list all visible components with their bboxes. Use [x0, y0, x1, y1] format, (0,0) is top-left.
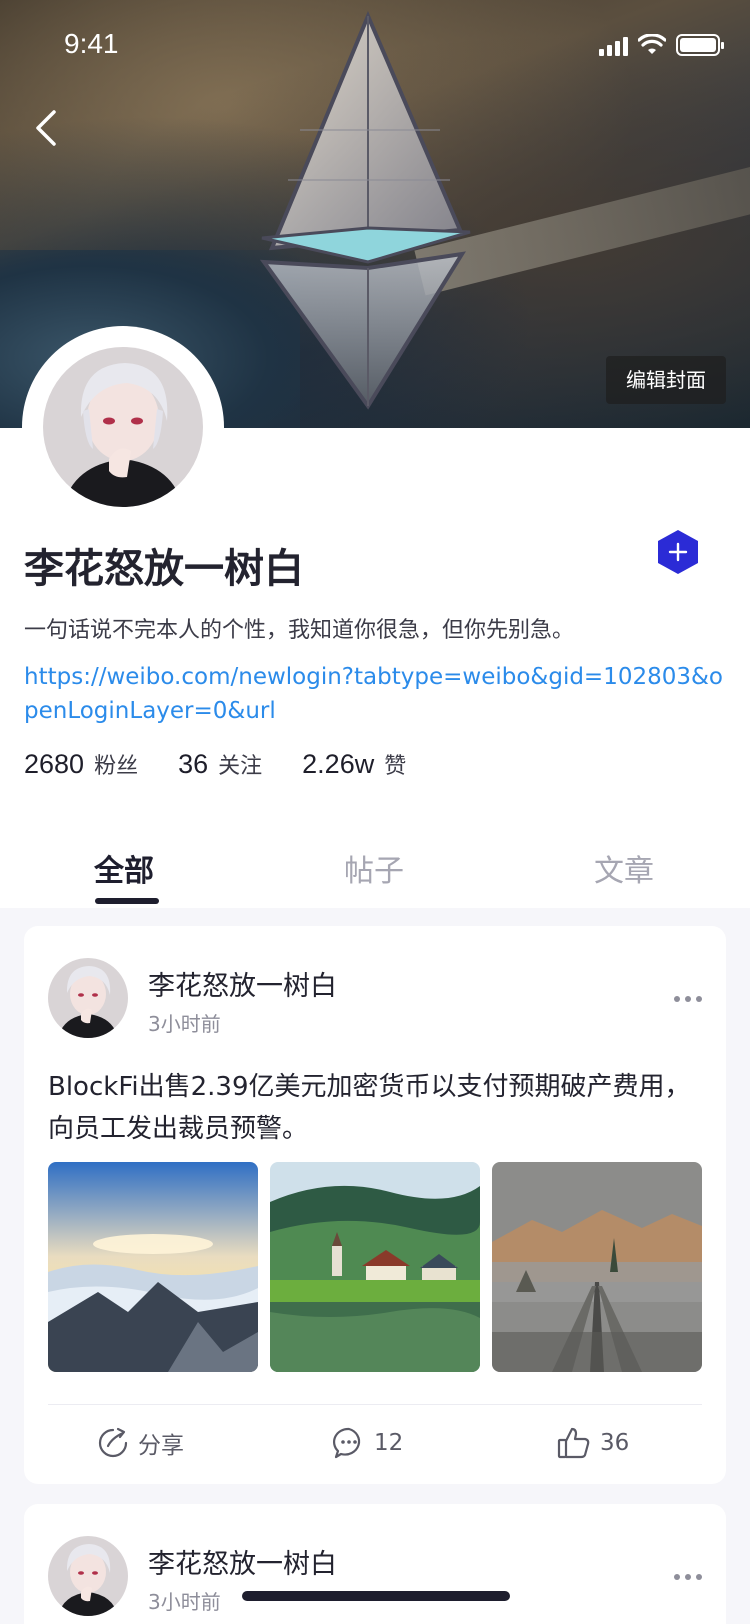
- post-author-avatar[interactable]: [48, 958, 128, 1038]
- post-image-bridge[interactable]: [492, 1162, 702, 1372]
- comment-count: 12: [374, 1430, 404, 1456]
- back-arrow-icon[interactable]: [30, 108, 66, 148]
- content-tabs: 全部 帖子 文章: [0, 820, 750, 906]
- cellular-signal-icon: [599, 37, 628, 56]
- post-image-clouds[interactable]: [48, 1162, 258, 1372]
- comment-button[interactable]: 12: [332, 1426, 403, 1460]
- tab-all[interactable]: 全部: [94, 846, 154, 890]
- home-indicator[interactable]: [242, 1591, 510, 1601]
- post-card[interactable]: 李花怒放一树白 3小时前 BlockFi出售2.39亿美元加密货币以支付预期破产…: [24, 926, 726, 1484]
- post-time: 3小时前: [148, 1012, 221, 1036]
- stat-following[interactable]: 36 关注: [178, 748, 262, 780]
- post-card[interactable]: 李花怒放一树白 3小时前: [24, 1504, 726, 1624]
- profile-bio: 一句话说不完本人的个性，我知道你很急，但你先别急。: [24, 618, 575, 643]
- stat-followers[interactable]: 2680 粉丝: [24, 748, 138, 780]
- battery-icon: [676, 34, 724, 56]
- post-image-village[interactable]: [270, 1162, 480, 1372]
- stat-following-count: 36: [178, 749, 209, 779]
- post-text: BlockFi出售2.39亿美元加密货币以支付预期破产费用，向员工发出裁员预警。: [48, 1072, 691, 1144]
- post-author-avatar[interactable]: [48, 1536, 128, 1616]
- stat-followers-label: 粉丝: [94, 754, 139, 779]
- share-label: 分享: [138, 1433, 184, 1459]
- profile-name: 李花怒放一树白: [24, 546, 304, 592]
- stat-likes-label: 赞: [384, 754, 407, 779]
- profile-link[interactable]: https://weibo.com/newlogin?tabtype=weibo…: [24, 660, 724, 728]
- post-time: 3小时前: [148, 1590, 221, 1614]
- edit-cover-button[interactable]: 编辑封面: [606, 356, 726, 404]
- post-author-name[interactable]: 李花怒放一树白: [148, 964, 337, 1003]
- alpine-village-image: [270, 1162, 480, 1372]
- more-options-icon[interactable]: [674, 1574, 702, 1580]
- share-button[interactable]: 分享: [96, 1426, 184, 1460]
- post-images: [48, 1162, 702, 1372]
- foggy-bridge-image: [492, 1162, 702, 1372]
- comment-icon: [333, 1427, 361, 1459]
- tab-articles[interactable]: 文章: [594, 846, 654, 890]
- avatar-illustration: [48, 958, 128, 1038]
- follow-plus-button[interactable]: [654, 528, 702, 576]
- stat-likes-count: 2.26w: [302, 749, 375, 779]
- stat-followers-count: 2680: [24, 749, 85, 779]
- stat-following-label: 关注: [218, 754, 263, 779]
- tab-active-indicator: [95, 898, 159, 904]
- wifi-icon: [638, 34, 666, 54]
- share-icon: [98, 1427, 128, 1458]
- more-options-icon[interactable]: [674, 996, 702, 1002]
- sea-of-clouds-image: [48, 1162, 258, 1372]
- status-time: 9:41: [64, 28, 119, 59]
- status-icons: [599, 34, 724, 56]
- stat-likes[interactable]: 2.26w 赞: [302, 748, 406, 780]
- avatar-illustration: [43, 347, 203, 507]
- post-author-name[interactable]: 李花怒放一树白: [148, 1542, 337, 1581]
- like-count: 36: [600, 1430, 630, 1456]
- post-actions: 分享 12 36: [24, 1404, 726, 1484]
- tab-posts[interactable]: 帖子: [344, 846, 404, 890]
- avatar-illustration: [48, 1536, 128, 1616]
- profile-stats: 2680 粉丝 36 关注 2.26w 赞: [24, 748, 446, 780]
- thumbs-up-icon: [557, 1427, 590, 1459]
- avatar[interactable]: [43, 347, 203, 507]
- like-button[interactable]: 36: [556, 1426, 629, 1460]
